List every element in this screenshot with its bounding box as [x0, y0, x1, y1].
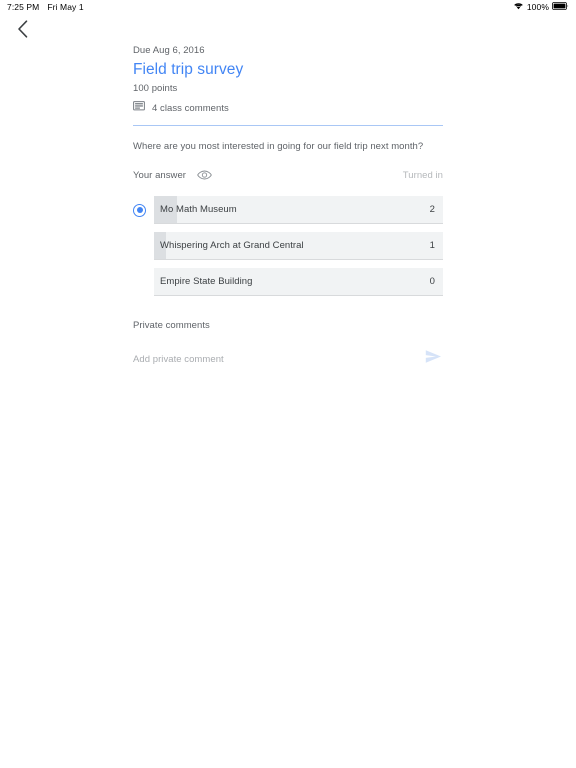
radio-slot: [133, 203, 154, 217]
send-button[interactable]: [423, 349, 443, 369]
class-comments-icon: [133, 99, 145, 117]
radio-slot: [133, 240, 154, 253]
status-badge: Turned in: [402, 169, 443, 181]
question-text: Where are you most interested in going f…: [133, 141, 424, 152]
status-date: Fri May 1: [47, 2, 84, 12]
poll-option-label: Empire State Building: [160, 276, 253, 287]
radio-slot: [133, 276, 154, 289]
private-comments-heading: Private comments: [133, 320, 210, 331]
poll-option-row[interactable]: Whispering Arch at Grand Central 1: [133, 232, 443, 260]
poll-option-row[interactable]: Mo Math Museum 2: [133, 196, 443, 224]
poll-results-list: Mo Math Museum 2 Whispering Arch at Gran…: [133, 196, 443, 296]
status-bar-left: 7:25 PM Fri May 1: [7, 2, 84, 12]
your-answer-row: Your answer Turned in: [133, 168, 443, 182]
page-title: Field trip survey: [133, 61, 244, 78]
battery-percent-label: 100%: [526, 2, 549, 12]
eye-icon[interactable]: [196, 168, 212, 182]
radio-button-selected[interactable]: [133, 203, 146, 217]
radio-button-unselected[interactable]: [133, 240, 146, 253]
your-answer-label: Your answer: [133, 169, 187, 181]
points-label: 100 points: [133, 83, 178, 94]
poll-option-row[interactable]: Empire State Building 0: [133, 268, 443, 296]
radio-inner-dot: [136, 207, 143, 213]
poll-option-count: 1: [429, 240, 435, 251]
assignment-detail-panel: Due Aug 6, 2016 Field trip survey 100 po…: [133, 44, 443, 369]
poll-option-count: 2: [429, 204, 435, 215]
battery-full-icon: [552, 2, 569, 12]
section-divider: [133, 125, 443, 126]
poll-option-count: 0: [429, 276, 435, 287]
send-icon: [425, 349, 442, 369]
class-comments-row[interactable]: 4 class comments: [133, 99, 443, 117]
poll-option-label: Whispering Arch at Grand Central: [160, 240, 304, 251]
status-bar-right: 100%: [513, 2, 569, 12]
due-date-label: Due Aug 6, 2016: [133, 45, 205, 56]
class-comments-label: 4 class comments: [152, 102, 229, 114]
poll-bar-track[interactable]: Mo Math Museum 2: [154, 196, 443, 224]
radio-button-unselected[interactable]: [133, 276, 146, 289]
chevron-left-icon: [17, 19, 29, 43]
wifi-icon: [513, 2, 524, 12]
poll-bar-track[interactable]: Empire State Building 0: [154, 268, 443, 296]
poll-bar-track[interactable]: Whispering Arch at Grand Central 1: [154, 232, 443, 260]
private-comment-input[interactable]: [133, 353, 415, 365]
navigation-bar: [0, 14, 576, 48]
back-button[interactable]: [11, 19, 35, 43]
poll-option-label: Mo Math Museum: [160, 204, 237, 215]
status-time: 7:25 PM: [7, 2, 40, 12]
status-bar: 7:25 PM Fri May 1 100%: [0, 0, 576, 14]
private-comment-row: [133, 349, 443, 369]
